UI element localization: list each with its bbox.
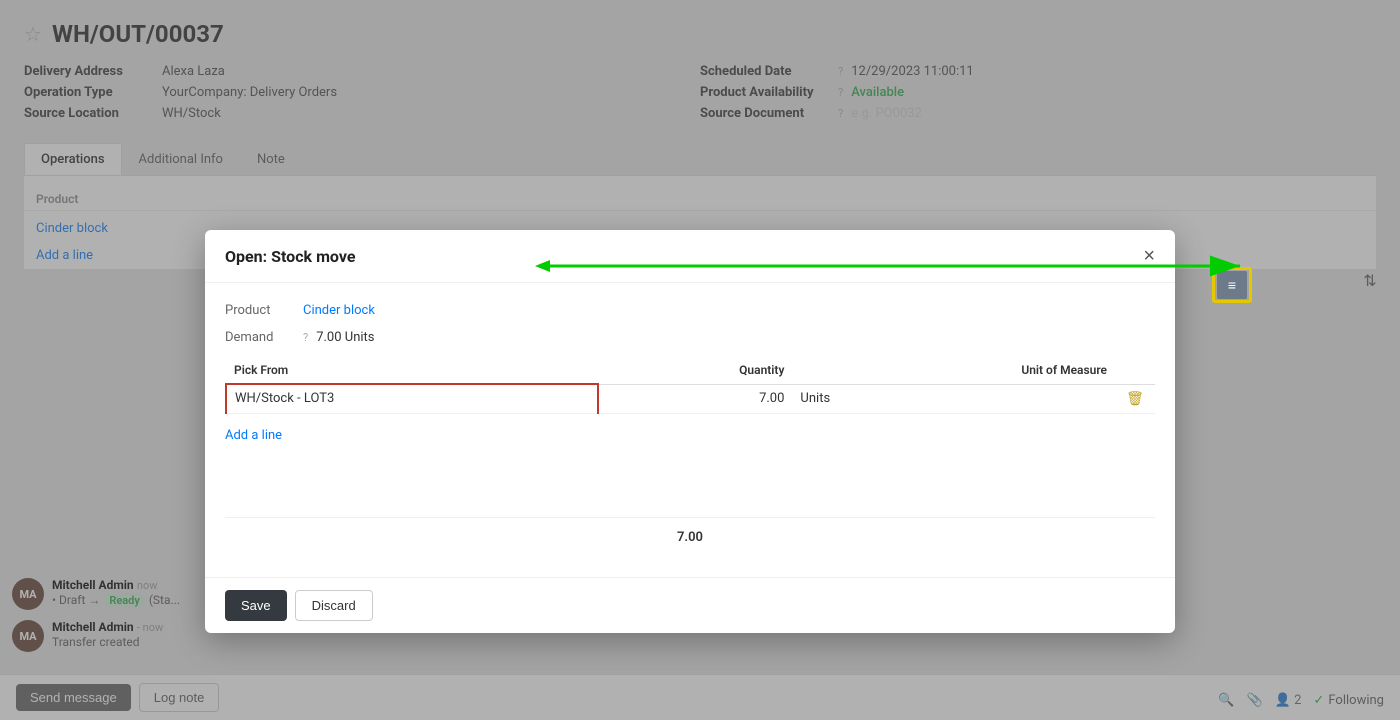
delete-row-icon[interactable]: 🗑 — [1126, 391, 1144, 407]
modal-total-row: 7.00 — [225, 517, 1155, 557]
modal-product-label: Product — [225, 303, 295, 318]
modal-header: Open: Stock move × — [205, 230, 1175, 283]
modal-add-line-link[interactable]: Add a line — [225, 422, 294, 449]
modal-total-value: 7.00 — [677, 530, 703, 545]
pick-from-table: Pick From Quantity Unit of Measure WH/St… — [225, 357, 1155, 414]
modal-save-button[interactable]: Save — [225, 590, 287, 621]
modal-close-button[interactable]: × — [1143, 246, 1155, 266]
unit-cell: Units — [792, 384, 1115, 413]
modal-footer: Save Discard — [205, 577, 1175, 633]
modal-discard-button[interactable]: Discard — [295, 590, 373, 621]
modal-body: Product Cinder block Demand ? 7.00 Units… — [205, 283, 1175, 577]
table-row: WH/Stock - LOT37.00Units 🗑 — [226, 384, 1155, 413]
modal-demand-value: 7.00 Units — [316, 330, 374, 345]
col-quantity: Quantity — [598, 357, 792, 384]
pick-from-cell[interactable]: WH/Stock - LOT3 — [226, 384, 598, 413]
quantity-cell: 7.00 — [598, 384, 792, 413]
modal-demand-row: Demand ? 7.00 Units — [225, 330, 1155, 345]
modal-product-value: Cinder block — [303, 303, 375, 318]
modal-demand-help: ? — [303, 331, 308, 344]
col-pick-from: Pick From — [226, 357, 598, 384]
col-unit-of-measure: Unit of Measure — [792, 357, 1115, 384]
modal-demand-label: Demand — [225, 330, 295, 345]
modal-title: Open: Stock move — [225, 247, 356, 266]
modal-product-row: Product Cinder block — [225, 303, 1155, 318]
stock-move-modal: Open: Stock move × Product Cinder block … — [205, 230, 1175, 633]
